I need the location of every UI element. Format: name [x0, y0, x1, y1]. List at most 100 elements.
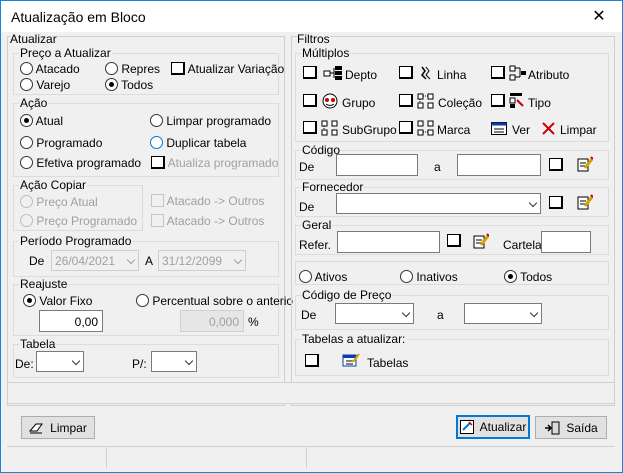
tabela-p-arrow-icon[interactable] — [184, 356, 194, 366]
atacado-outros-box-2[interactable] — [151, 214, 164, 227]
radio-ativos[interactable]: Ativos — [299, 270, 347, 284]
radio-duplicar-tabela-circle[interactable] — [150, 136, 163, 149]
fornecedor-edit-icon[interactable] — [577, 194, 593, 210]
codigo-a-input[interactable] — [457, 154, 541, 176]
fornecedor-select[interactable] — [336, 193, 541, 214]
radio-percentual-circle[interactable] — [136, 294, 149, 307]
atualizar-variacao-box[interactable] — [171, 62, 185, 75]
refer-checkbox[interactable] — [447, 234, 461, 247]
cartela-input[interactable] — [541, 231, 591, 253]
codigo-preco-de-label: De — [301, 308, 317, 322]
message-bar — [7, 382, 615, 404]
atributo-label[interactable]: Atributo — [528, 68, 569, 82]
codigo-preco-de-select[interactable] — [335, 303, 414, 324]
radio-ativos-circle[interactable] — [299, 270, 312, 283]
atributo-checkbox[interactable] — [491, 66, 505, 79]
radio-todos-status[interactable]: Todos — [504, 270, 552, 284]
radio-varejo-circle[interactable] — [20, 78, 33, 91]
depto-checkbox[interactable] — [303, 66, 317, 79]
radio-preco-atual[interactable]: Preço Atual — [20, 195, 98, 209]
limpar-x-icon[interactable] — [542, 122, 555, 135]
colecao-checkbox[interactable] — [399, 94, 413, 107]
codigo-checkbox[interactable] — [549, 158, 563, 171]
ver-label[interactable]: Ver — [512, 123, 530, 137]
atualiza-programado-checkbox[interactable]: Atualiza programado — [151, 156, 278, 170]
refer-input[interactable] — [337, 231, 440, 253]
atualizar-button[interactable]: Atualizar — [456, 415, 530, 439]
radio-programado[interactable]: Programado — [20, 136, 102, 150]
fornecedor-checkbox[interactable] — [549, 196, 563, 209]
tabela-de-arrow-icon[interactable] — [71, 356, 81, 366]
radio-atual[interactable]: Atual — [20, 114, 63, 128]
radio-limpar-programado[interactable]: Limpar programado — [150, 114, 271, 128]
radio-limpar-programado-circle[interactable] — [150, 114, 163, 127]
acao-legend: Ação — [19, 96, 49, 110]
radio-atacado-circle[interactable] — [20, 62, 33, 75]
eraser-icon — [29, 423, 44, 433]
tipo-checkbox[interactable] — [491, 94, 505, 107]
radio-efetiva-programado-circle[interactable] — [20, 156, 33, 169]
radio-atual-circle[interactable] — [20, 114, 33, 127]
subgrupo-label[interactable]: SubGrupo — [342, 123, 397, 137]
grupo-checkbox[interactable] — [303, 94, 317, 107]
radio-repres[interactable]: Repres — [105, 62, 160, 76]
tabelas-checkbox[interactable] — [305, 354, 319, 367]
codigo-preco-a-select[interactable] — [464, 303, 542, 324]
depto-label[interactable]: Depto — [345, 68, 377, 82]
radio-percentual[interactable]: Percentual sobre o anterio — [136, 294, 293, 308]
linha-label[interactable]: Linha — [437, 68, 466, 82]
colecao-label[interactable]: Coleção — [438, 96, 482, 110]
radio-todos-status-circle[interactable] — [504, 270, 517, 283]
radio-inativos[interactable]: Inativos — [400, 270, 458, 284]
radio-atacado[interactable]: Atacado — [20, 62, 80, 76]
tipo-label[interactable]: Tipo — [528, 96, 551, 110]
periodo-a-date[interactable]: 31/12/2099 — [158, 250, 246, 271]
saida-button[interactable]: Saída — [535, 416, 607, 439]
codigo-de-input[interactable] — [336, 154, 418, 176]
ver-icon[interactable] — [491, 122, 507, 135]
radio-valor-fixo[interactable]: Valor Fixo — [23, 294, 92, 308]
radio-varejo[interactable]: Varejo — [20, 78, 70, 92]
radio-inativos-circle[interactable] — [400, 270, 413, 283]
radio-atual-label: Atual — [35, 114, 64, 128]
marca-checkbox[interactable] — [399, 121, 413, 134]
radio-duplicar-tabela[interactable]: Duplicar tabela — [150, 136, 246, 150]
tabela-de-select[interactable] — [36, 351, 84, 372]
percentual-input[interactable]: 0,000 — [180, 310, 244, 332]
periodo-de-date[interactable]: 26/04/2021 — [51, 250, 139, 271]
atualizar-variacao-checkbox[interactable]: Atualizar Variação — [171, 62, 284, 76]
grupo-label[interactable]: Grupo — [342, 96, 375, 110]
fornecedor-arrow-icon[interactable] — [528, 198, 538, 208]
linha-checkbox[interactable] — [399, 66, 413, 79]
radio-programado-circle[interactable] — [20, 136, 33, 149]
radio-efetiva-programado[interactable]: Efetiva programado — [20, 156, 141, 170]
radio-preco-programado[interactable]: Preço Programado — [20, 214, 137, 228]
atacado-outros-box-1[interactable] — [151, 194, 164, 207]
radio-todos[interactable]: Todos — [105, 78, 153, 92]
periodo-de-arrow-icon[interactable] — [126, 255, 136, 265]
depto-icon — [323, 66, 342, 80]
tabelas-label[interactable]: Tabelas — [367, 356, 408, 370]
refer-edit-icon[interactable] — [473, 233, 489, 249]
codigo-preco-a-arrow-icon[interactable] — [529, 308, 539, 318]
marca-icon — [417, 120, 434, 136]
close-button[interactable]: ✕ — [576, 1, 622, 31]
radio-preco-programado-circle[interactable] — [20, 214, 33, 227]
radio-todos-circle[interactable] — [105, 78, 118, 91]
marca-label[interactable]: Marca — [437, 123, 470, 137]
radio-valor-fixo-circle[interactable] — [23, 294, 36, 307]
atacado-outros-checkbox-1[interactable]: Atacado -> Outros — [151, 194, 264, 208]
radio-repres-circle[interactable] — [105, 62, 118, 75]
limpar-filtro-label[interactable]: Limpar — [560, 123, 597, 137]
radio-preco-atual-circle[interactable] — [20, 195, 33, 208]
limpar-button[interactable]: Limpar — [21, 416, 95, 439]
tabela-p-select[interactable] — [151, 351, 197, 372]
atualiza-programado-box[interactable] — [151, 156, 165, 169]
atacado-outros-checkbox-2[interactable]: Atacado -> Outros — [151, 214, 264, 228]
subgrupo-checkbox[interactable] — [303, 121, 317, 134]
periodo-a-arrow-icon[interactable] — [233, 255, 243, 265]
status-cell-2 — [107, 447, 307, 468]
codigo-preco-de-arrow-icon[interactable] — [401, 308, 411, 318]
valor-fixo-input[interactable]: 0,00 — [39, 310, 103, 332]
codigo-edit-icon[interactable] — [577, 156, 593, 172]
